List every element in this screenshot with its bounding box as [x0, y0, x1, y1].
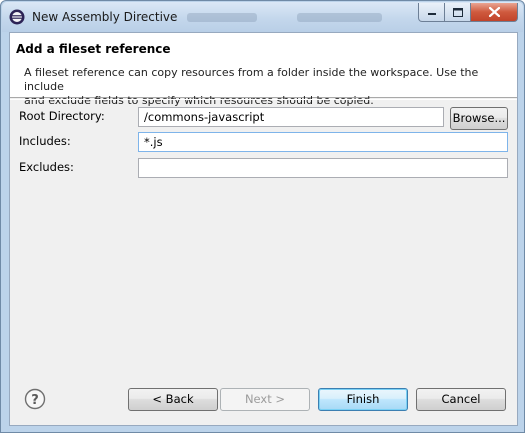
finish-button[interactable]: Finish: [318, 388, 408, 411]
eclipse-icon: [9, 9, 25, 25]
maximize-icon: [452, 7, 463, 17]
root-directory-field[interactable]: /commons-javascript: [138, 107, 444, 127]
excludes-field[interactable]: [138, 158, 508, 178]
dialog-window: New Assembly Directive Add a fileset ref…: [0, 0, 525, 433]
wizard-description: A fileset reference can copy resources f…: [24, 66, 512, 108]
window-title: New Assembly Directive: [32, 10, 178, 24]
root-directory-label: Root Directory:: [19, 109, 105, 123]
back-button[interactable]: < Back: [128, 388, 218, 411]
description-line-1: A fileset reference can copy resources f…: [24, 66, 479, 93]
minimize-button[interactable]: [418, 3, 445, 22]
maximize-button[interactable]: [445, 3, 471, 22]
header-separator: [10, 99, 517, 100]
wizard-title: Add a fileset reference: [16, 42, 171, 56]
next-button[interactable]: Next >: [220, 388, 310, 411]
background-blur: [177, 8, 407, 28]
dialog-client-area: Add a fileset reference A fileset refere…: [9, 32, 518, 426]
svg-text:?: ?: [31, 393, 39, 408]
close-button[interactable]: [471, 3, 518, 22]
cancel-button[interactable]: Cancel: [416, 388, 506, 411]
browse-button[interactable]: Browse...: [450, 107, 508, 130]
wizard-header: Add a fileset reference A fileset refere…: [10, 33, 517, 107]
description-line-2: and exclude fields to specify which reso…: [24, 94, 374, 107]
help-icon[interactable]: ?: [24, 388, 46, 410]
includes-field[interactable]: *.js: [138, 132, 508, 152]
excludes-label: Excludes:: [19, 160, 74, 174]
minimize-icon: [427, 13, 436, 15]
includes-label: Includes:: [19, 134, 71, 148]
title-bar[interactable]: New Assembly Directive: [2, 2, 523, 32]
close-icon: [488, 7, 500, 17]
